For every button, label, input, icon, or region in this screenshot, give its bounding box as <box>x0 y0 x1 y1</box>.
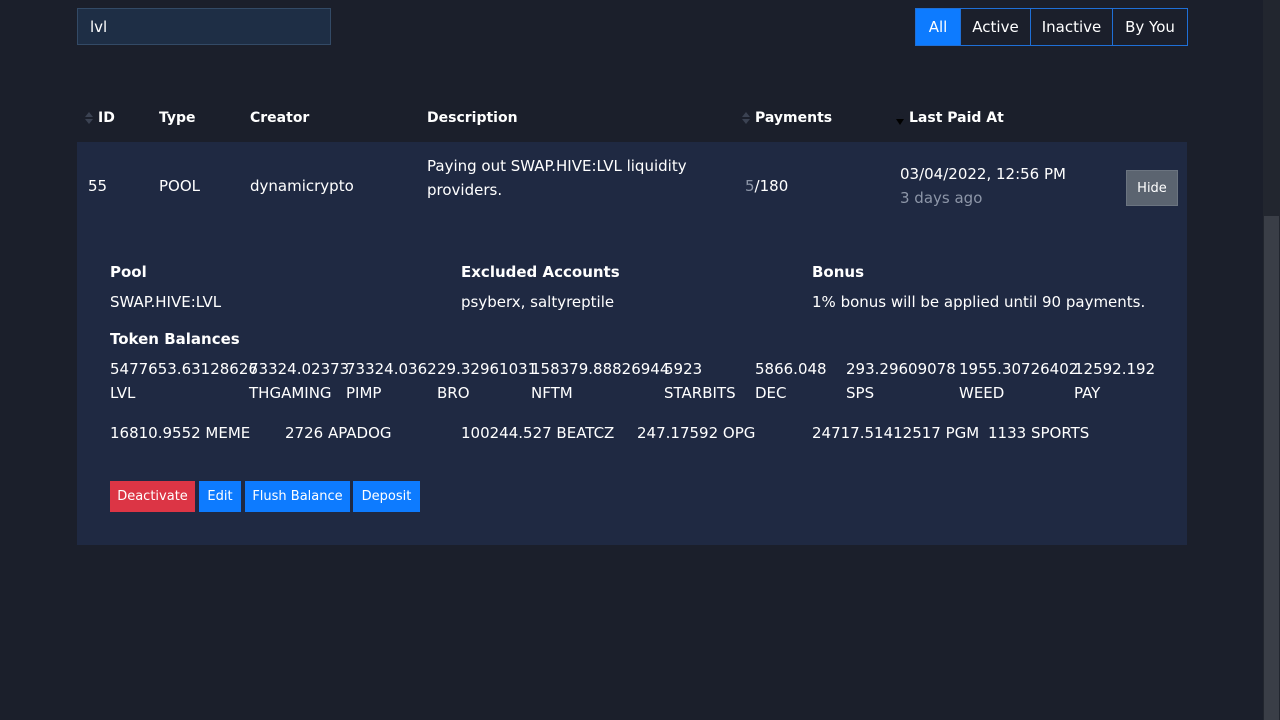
token-balance: 5923 STARBITS <box>664 360 736 402</box>
token-balance: 24717.51412517 PGM <box>812 424 980 442</box>
excluded-accounts-label: Excluded Accounts <box>461 263 620 281</box>
page: All Active Inactive By You ID Type Creat… <box>0 0 1280 720</box>
token-balances-row-1: 5477653.63128626 LVL 73324.02373 THGAMING … <box>110 357 1156 405</box>
filter-active-button[interactable]: Active <box>960 9 1030 45</box>
token-balances-label: Token Balances <box>110 330 240 348</box>
column-header-id-label: ID <box>98 110 115 126</box>
column-header-type-label: Type <box>159 110 196 126</box>
scrollbar-thumb[interactable] <box>1264 216 1279 720</box>
row-last-paid-relative: 3 days ago <box>900 189 983 207</box>
column-header-last-paid-at[interactable]: Last Paid At <box>895 108 1004 128</box>
row-last-paid-date: 03/04/2022, 12:56 PM <box>900 165 1066 183</box>
token-balance: 158379.88826944 NFTM <box>531 360 670 402</box>
token-balance: 29.32961031 BRO <box>437 360 538 402</box>
search-input[interactable] <box>77 8 331 45</box>
token-balance: 16810.9552 MEME <box>110 424 251 442</box>
column-header-payments-label: Payments <box>755 110 833 126</box>
hide-button[interactable]: Hide <box>1126 170 1178 206</box>
pool-label: Pool <box>110 263 147 281</box>
row-payments: 5/180 <box>745 177 788 195</box>
row-id: 55 <box>88 177 108 195</box>
token-balance: 100244.527 BEATCZ <box>461 424 615 442</box>
row-type: POOL <box>159 177 201 195</box>
pool-value: SWAP.HIVE:LVL <box>110 293 222 311</box>
token-balance: 73324.0362 PIMP <box>346 360 437 402</box>
deposit-button[interactable]: Deposit <box>353 481 420 512</box>
excluded-accounts-value: psyberx, saltyreptile <box>461 293 615 311</box>
token-balance: 73324.02373 THGAMING <box>249 360 350 402</box>
column-header-payments[interactable]: Payments <box>741 108 832 128</box>
deactivate-button[interactable]: Deactivate <box>110 481 195 512</box>
column-header-type: Type <box>159 108 196 128</box>
column-header-creator: Creator <box>250 108 309 128</box>
filter-all-button[interactable]: All <box>916 9 960 45</box>
sort-icon <box>84 111 94 125</box>
bonus-value: 1% bonus will be applied until 90 paymen… <box>812 293 1146 311</box>
filter-group: All Active Inactive By You <box>915 8 1188 46</box>
bonus-label: Bonus <box>812 263 865 281</box>
filter-by-you-button[interactable]: By You <box>1112 9 1187 45</box>
table-row: 55 POOL dynamicrypto Paying out SWAP.HIV… <box>77 142 1187 545</box>
token-balance: 2726 APADOG <box>285 424 392 442</box>
token-balance: 293.29609078 SPS <box>846 360 956 402</box>
token-balance: 5866.048 DEC <box>755 360 827 402</box>
token-balances-row-2: 16810.9552 MEME 2726 APADOG 100244.527 B… <box>110 421 1108 445</box>
token-balance: 1955.30726402 WEED <box>959 360 1079 402</box>
filter-inactive-button[interactable]: Inactive <box>1030 9 1112 45</box>
row-creator: dynamicrypto <box>250 177 354 195</box>
column-header-creator-label: Creator <box>250 110 310 126</box>
row-description: Paying out SWAP.HIVE:LVL liquidity provi… <box>427 157 687 199</box>
token-balance: 5477653.63128626 LVL <box>110 360 258 402</box>
token-balance: 12592.192 PAY <box>1074 360 1156 402</box>
payments-done: 5 <box>745 177 755 195</box>
flush-balance-button[interactable]: Flush Balance <box>245 481 350 512</box>
sort-desc-icon <box>895 111 905 125</box>
column-header-id[interactable]: ID <box>84 108 115 128</box>
token-balance: 247.17592 OPG <box>637 424 756 442</box>
payments-total: /180 <box>754 177 789 195</box>
edit-button[interactable]: Edit <box>199 481 241 512</box>
token-balance: 1133 SPORTS <box>988 424 1090 442</box>
column-header-description: Description <box>427 108 518 128</box>
column-header-last-paid-at-label: Last Paid At <box>909 110 1004 126</box>
column-header-description-label: Description <box>427 110 518 126</box>
sort-icon <box>741 111 751 125</box>
